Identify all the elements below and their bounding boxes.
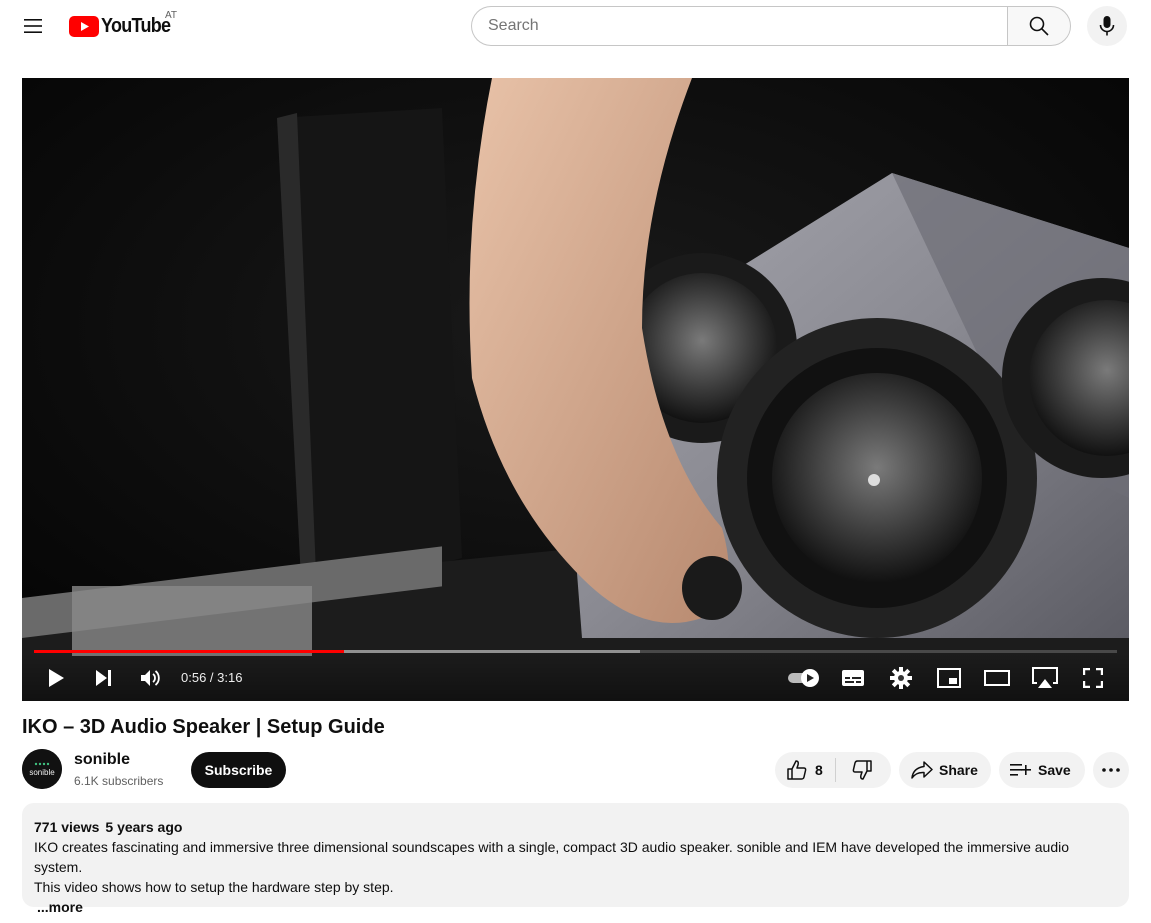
like-count: 8 xyxy=(815,762,823,778)
description-line-2: This video shows how to setup the hardwa… xyxy=(34,879,394,895)
time-separator: / xyxy=(206,670,218,685)
country-code: AT xyxy=(165,10,178,21)
subscriber-count: 6.1K subscribers xyxy=(74,774,164,788)
video-player[interactable]: 0:56 / 3:16 xyxy=(22,78,1129,701)
time-total: 3:16 xyxy=(217,670,243,685)
fullscreen-button[interactable] xyxy=(1076,661,1110,695)
more-actions-button[interactable] xyxy=(1093,752,1129,788)
show-more-button[interactable]: ...more xyxy=(37,897,83,917)
play-icon xyxy=(49,669,64,687)
video-frame xyxy=(22,78,1129,701)
video-title: IKO – 3D Audio Speaker | Setup Guide xyxy=(22,716,385,738)
search-box xyxy=(471,6,1071,46)
description-meta: 771 views 5 years ago xyxy=(34,817,1117,837)
settings-icon xyxy=(890,667,912,689)
description-line-1: IKO creates fascinating and immersive th… xyxy=(34,839,1070,875)
like-dislike-group: 8 xyxy=(775,752,891,788)
channel-name[interactable]: sonible xyxy=(74,751,130,769)
theater-mode-button[interactable] xyxy=(980,661,1014,695)
avatar-text: sonible xyxy=(29,768,55,777)
share-button[interactable]: Share xyxy=(899,752,991,788)
autoplay-toggle-icon xyxy=(788,669,819,687)
next-icon xyxy=(96,670,111,686)
masthead: YouTube AT xyxy=(0,0,1151,56)
logo-text: YouTube xyxy=(101,14,171,37)
time-display: 0:56 / 3:16 xyxy=(181,670,242,685)
save-playlist-icon xyxy=(1010,764,1031,776)
share-label: Share xyxy=(939,762,978,778)
view-count: 771 views xyxy=(34,819,100,835)
search-input[interactable] xyxy=(471,6,1007,46)
volume-button[interactable] xyxy=(134,661,168,695)
voice-search-button[interactable] xyxy=(1087,6,1127,46)
description-box[interactable]: 771 views 5 years ago IKO creates fascina… xyxy=(22,803,1129,915)
upload-age: 5 years ago xyxy=(105,819,183,835)
microphone-icon xyxy=(1099,16,1115,36)
fullscreen-icon xyxy=(1083,668,1103,688)
save-label: Save xyxy=(1038,762,1071,778)
autoplay-toggle[interactable] xyxy=(784,661,824,695)
save-button[interactable]: Save xyxy=(999,752,1085,788)
settings-button[interactable] xyxy=(884,661,918,695)
airplay-button[interactable] xyxy=(1028,661,1062,695)
dislike-button[interactable] xyxy=(836,752,888,788)
share-icon xyxy=(911,761,933,779)
subtitles-button[interactable] xyxy=(836,661,870,695)
like-button[interactable]: 8 xyxy=(775,752,835,788)
thumbs-up-icon xyxy=(787,760,807,780)
search-icon xyxy=(1029,16,1049,36)
subtitles-icon xyxy=(842,670,864,686)
next-button[interactable] xyxy=(87,661,121,695)
menu-icon[interactable] xyxy=(16,8,52,44)
miniplayer-icon xyxy=(937,668,961,688)
channel-logo: sonible xyxy=(22,749,62,789)
more-icon xyxy=(1102,768,1120,772)
search-button[interactable] xyxy=(1007,6,1071,46)
player-controls: 0:56 / 3:16 xyxy=(22,653,1129,701)
miniplayer-button[interactable] xyxy=(932,661,966,695)
youtube-logo-icon xyxy=(69,15,99,37)
volume-icon xyxy=(141,670,160,686)
thumbs-down-icon xyxy=(852,760,872,780)
channel-avatar[interactable]: sonible xyxy=(22,749,62,789)
subscribe-button[interactable]: Subscribe xyxy=(191,752,286,788)
youtube-logo[interactable]: YouTube xyxy=(69,14,178,38)
play-button[interactable] xyxy=(39,661,73,695)
theater-mode-icon xyxy=(984,670,1010,686)
airplay-icon xyxy=(1032,667,1058,688)
time-current: 0:56 xyxy=(181,670,207,685)
